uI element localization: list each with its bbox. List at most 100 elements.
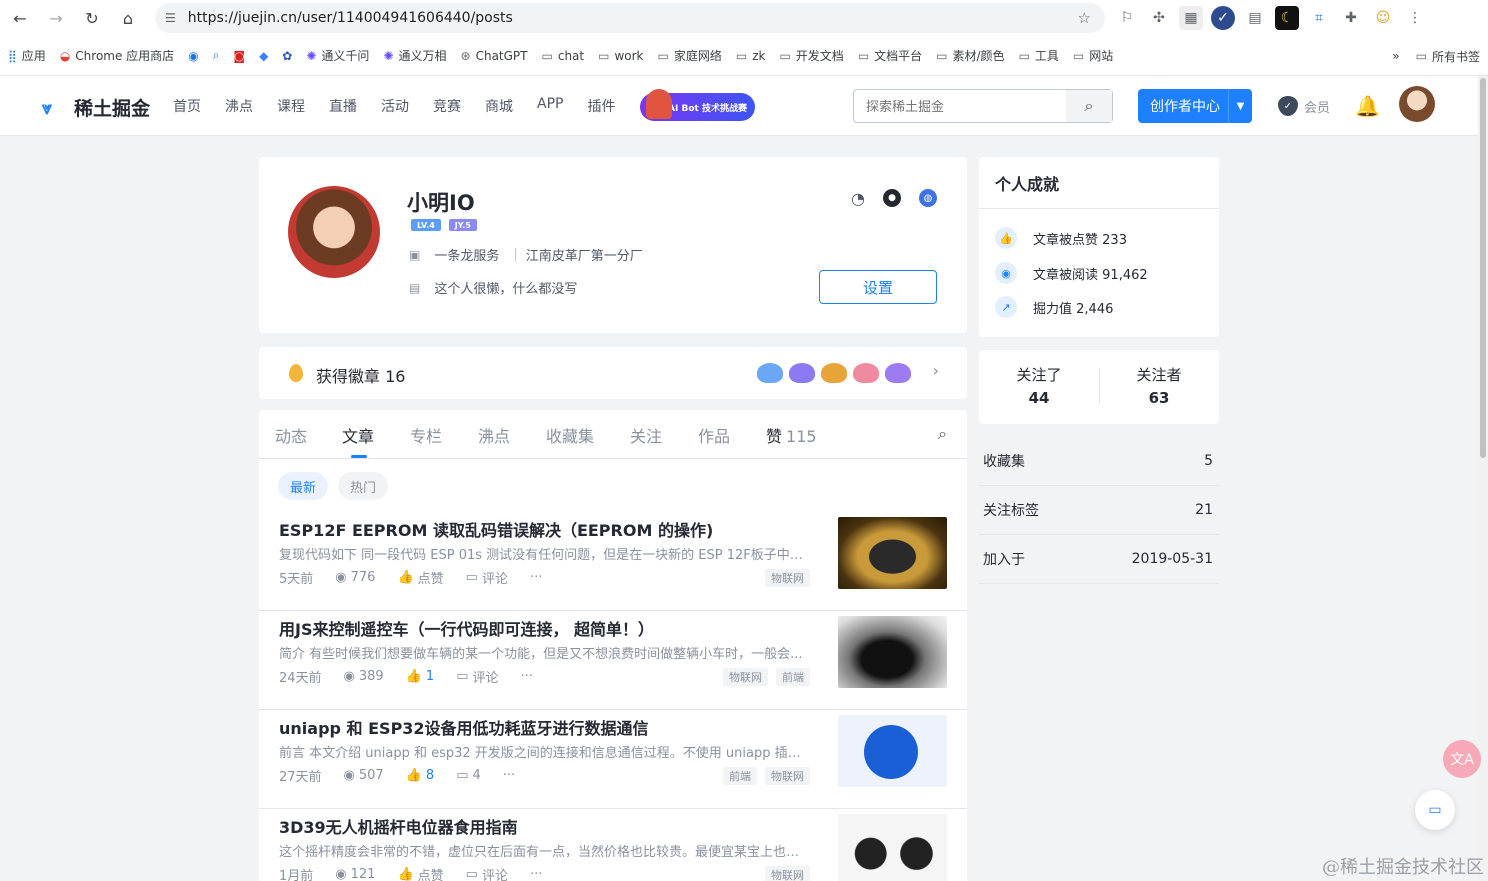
comment-button[interactable]: ▭ 4 [456,768,481,783]
bookmark-star-icon[interactable]: ☆ [1078,9,1091,27]
site-info-icon[interactable]: ☰ [165,11,176,25]
article-title[interactable]: 用JS来控制遥控车（一行代码即可连接， 超简单！） [279,616,819,640]
article-item[interactable]: 用JS来控制遥控车（一行代码即可连接， 超简单！） 简介 有些时候我们想要做车辆… [259,611,967,710]
tab-pins[interactable]: 沸点 [478,423,510,447]
search-icon[interactable]: ⌕ [938,424,947,444]
scrollbar-thumb[interactable] [1480,78,1486,458]
like-button[interactable]: 👍 1 [406,669,434,684]
globe-icon[interactable]: ◍ [919,189,937,207]
article-brief[interactable]: 前言 本文介绍 uniapp 和 esp32 开发版之间的连接和信息通信过程。不… [279,742,809,761]
article-title[interactable]: 3D39无人机摇杆电位器食用指南 [279,814,819,838]
bookmark-chatgpt[interactable]: ⊛ ChatGPT [461,49,528,63]
feedback-icon[interactable]: ▭ [1415,790,1455,830]
more-icon[interactable]: ··· [530,570,542,585]
article-thumbnail[interactable] [838,616,947,688]
reload-icon[interactable]: ↻ [74,0,110,36]
settings-button[interactable]: 设置 [819,270,937,304]
nav-shop[interactable]: 商城 [485,96,513,116]
menu-dots-icon[interactable]: ⋮ [1403,6,1427,30]
like-button[interactable]: 👍 点赞 [397,865,443,881]
bookmark-chrome-store[interactable]: ◒ Chrome 应用商店 [60,47,174,64]
bookmark-folder-home-network[interactable]: ▭ 家庭网络 [658,47,722,64]
tab-articles[interactable]: 文章 [342,423,374,447]
bookmark-folder-dev-docs[interactable]: ▭ 开发文档 [779,47,843,64]
article-brief[interactable]: 复现代码如下 同一段代码 ESP 01s 测试没有任何问题，但是在一块新的 ES… [279,544,809,563]
medal-icon[interactable] [853,363,879,383]
article-tag[interactable]: 物联网 [765,569,810,587]
ai-bot-promo-banner[interactable]: AI Bot 技术挑战赛 [640,89,755,121]
bookmark-icon-only[interactable]: ⌕ [213,48,220,63]
article-tag[interactable]: 前端 [776,668,810,686]
nav-pins[interactable]: 沸点 [225,96,253,116]
forward-icon[interactable]: → [38,0,74,36]
creator-center-button[interactable]: 创作者中心 ▼ [1138,89,1252,123]
back-icon[interactable]: ← [2,0,38,36]
article-thumbnail[interactable] [838,814,947,881]
bookmark-tongyi-wanxiang[interactable]: ✺ 通义万相 [383,47,446,64]
profile-icon[interactable]: ☺ [1371,6,1395,30]
level-badge[interactable]: LV.4 [411,219,441,231]
tab-collections[interactable]: 收藏集 [546,423,594,447]
bluetooth-thumbnail[interactable] [838,715,947,787]
extension-icon[interactable]: ▦ [1179,6,1203,30]
crop-icon[interactable]: ⌗ [1307,6,1331,30]
article-item[interactable]: uniapp 和 ESP32设备用低功耗蓝牙进行数据通信 前言 本文介绍 uni… [259,710,967,809]
article-tag[interactable]: 物联网 [765,767,810,785]
comment-button[interactable]: ▭ 评论 [466,568,508,587]
bookmark-icon-only[interactable]: ◆ [259,49,268,63]
bookmark-folder-assets[interactable]: ▭ 素材/颜色 [936,47,1004,64]
article-title[interactable]: ESP12F EEPROM 读取乱码错误解决（EEPROM 的操作) [279,517,819,541]
article-title[interactable]: uniapp 和 ESP32设备用低功耗蓝牙进行数据通信 [279,715,819,739]
search-input[interactable] [854,90,1064,122]
github-icon[interactable]: ● [883,189,901,207]
bookmark-folder-sites[interactable]: ▭ 网站 [1073,47,1113,64]
article-brief[interactable]: 简介 有些时候我们想要做车辆的某一个功能，但是又不想浪费时间做整辆小车时，一般会… [279,643,809,662]
following-stat[interactable]: 关注了 44 [979,364,1099,407]
like-button[interactable]: 👍 8 [406,768,434,783]
stat-collections[interactable]: 收藏集 5 [979,437,1219,486]
tab-activity[interactable]: 动态 [275,423,307,447]
bookmark-tongyi-qianwen[interactable]: ✺ 通义千问 [306,47,369,64]
nav-contests[interactable]: 竞赛 [433,96,461,116]
chevron-right-icon[interactable]: › [933,361,939,380]
puzzle-icon[interactable]: ✚ [1339,6,1363,30]
comment-button[interactable]: ▭ 评论 [456,667,498,686]
more-bookmarks-button[interactable]: » [1392,49,1399,63]
article-item[interactable]: ESP12F EEPROM 读取乱码错误解决（EEPROM 的操作) 复现代码如… [259,512,967,611]
search-icon[interactable]: ⌕ [1066,90,1112,122]
juejin-logo[interactable]: ⩔ 稀土掘金 [42,94,150,121]
chevron-down-icon[interactable]: ▼ [1228,89,1252,123]
comment-button[interactable]: ▭ 评论 [466,865,508,881]
tab-works[interactable]: 作品 [698,423,730,447]
medal-icon[interactable] [757,363,783,383]
bell-icon[interactable]: 🔔 [1355,94,1380,118]
bookmark-icon-only[interactable]: ◉ [188,49,198,63]
nav-events[interactable]: 活动 [381,96,409,116]
bookmark-icon-only[interactable]: ◙ [233,49,245,63]
stat-tags[interactable]: 关注标签 21 [979,486,1219,535]
nav-courses[interactable]: 课程 [277,96,305,116]
extension-icon[interactable]: ☾ [1275,6,1299,30]
article-brief[interactable]: 这个摇杆精度会非常的不错，虚位只在后面有一点，当然价格也比较贵。最便宜某宝上也得… [279,841,809,860]
followers-stat[interactable]: 关注者 63 [1099,364,1219,407]
jy-badge[interactable]: JY.5 [448,219,477,231]
home-icon[interactable]: ⌂ [110,0,146,36]
nav-app[interactable]: APP [537,96,563,116]
bookmark-folder-zk[interactable]: ▭ zk [736,49,766,63]
filter-latest[interactable]: 最新 [278,472,329,500]
medal-icon[interactable] [789,363,815,383]
more-icon[interactable]: ··· [521,669,533,684]
article-tag[interactable]: 前端 [723,767,757,785]
tab-columns[interactable]: 专栏 [410,423,442,447]
nav-plugins[interactable]: 插件 [587,96,615,116]
bookmark-apps[interactable]: ⣿ 应用 [8,47,46,64]
article-tag[interactable]: 物联网 [765,866,810,881]
nav-home[interactable]: 首页 [173,96,201,116]
weibo-icon[interactable]: ◔ [851,189,865,208]
article-thumbnail[interactable] [838,517,947,589]
article-tag[interactable]: 物联网 [723,668,768,686]
avatar[interactable] [1399,86,1435,122]
filter-hot[interactable]: 热门 [338,472,389,500]
url-text[interactable]: https://juejin.cn/user/114004941606440/p… [188,10,513,26]
medal-icon[interactable] [885,363,911,383]
